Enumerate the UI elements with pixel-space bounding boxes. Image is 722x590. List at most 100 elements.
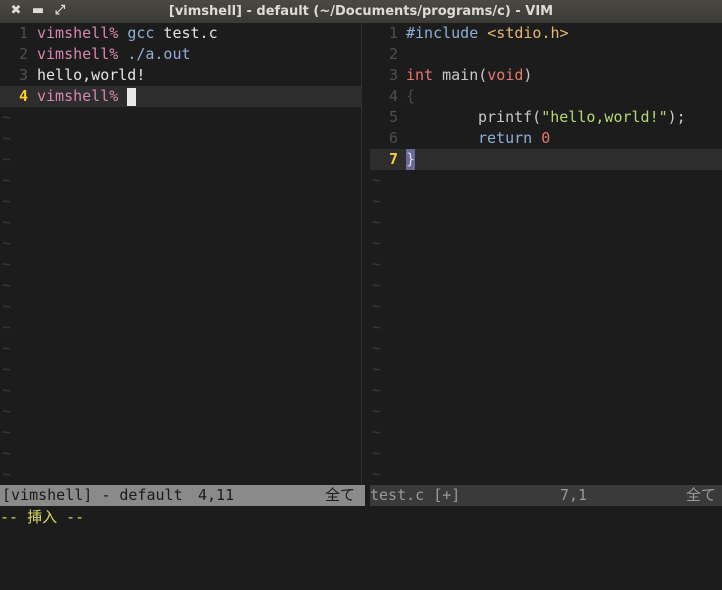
number-literal: 0 <box>541 129 551 147</box>
tilde-marker: ~ <box>372 213 382 231</box>
close-brace-cursor: } <box>406 149 416 170</box>
function-name: main( <box>433 66 488 84</box>
tilde-marker: ~ <box>372 402 382 420</box>
statement-end: ); <box>667 108 686 126</box>
tilde-marker: ~ <box>2 129 12 147</box>
maximize-icon[interactable]: ⤢ <box>52 3 68 19</box>
open-brace: { <box>406 87 416 105</box>
close-icon[interactable]: ✖ <box>8 3 24 19</box>
tilde-marker: ~ <box>372 444 382 462</box>
editor-pane[interactable]: 1 #include <stdio.h> 2 3 int main(void) … <box>370 23 722 485</box>
empty-line: ~ <box>0 212 361 233</box>
empty-line: ~ <box>370 380 722 401</box>
empty-line: ~ <box>370 422 722 443</box>
shell-output: hello,world! <box>37 66 146 84</box>
code-line-4: 4 { <box>370 86 722 107</box>
empty-line: ~ <box>370 170 722 191</box>
code-line-1: 1 #include <stdio.h> <box>370 23 722 44</box>
current-line-number: 4 <box>18 87 28 105</box>
cursor-position: 7,1 <box>560 486 588 504</box>
empty-line: ~ <box>0 275 361 296</box>
empty-line: ~ <box>0 107 361 128</box>
tilde-marker: ~ <box>2 444 12 462</box>
tilde-marker: ~ <box>2 381 12 399</box>
tilde-marker: ~ <box>372 234 382 252</box>
window-controls: ✖ ▬ ⤢ <box>8 3 68 19</box>
line-number: 6 <box>388 129 398 147</box>
shell-line-1: 1 vimshell% gcc test.c <box>0 23 361 44</box>
empty-line: ~ <box>370 233 722 254</box>
empty-line: ~ <box>370 254 722 275</box>
title-bar: ✖ ▬ ⤢ [vimshell] - default (~/Documents/… <box>0 0 722 23</box>
empty-line: ~ <box>0 191 361 212</box>
tilde-marker: ~ <box>372 297 382 315</box>
tilde-marker: ~ <box>2 255 12 273</box>
tilde-marker: ~ <box>2 192 12 210</box>
code-line-5: 5 printf("hello,world!"); <box>370 107 722 128</box>
vimshell-pane[interactable]: 1 vimshell% gcc test.c 2 vimshell% ./a.o… <box>0 23 361 485</box>
tilde-marker: ~ <box>2 318 12 336</box>
tilde-marker: ~ <box>2 234 12 252</box>
line-number: 5 <box>388 108 398 126</box>
mode-indicator: -- 挿入 -- <box>0 506 722 528</box>
tilde-marker: ~ <box>2 402 12 420</box>
tilde-marker: ~ <box>372 465 382 483</box>
tilde-marker: ~ <box>372 360 382 378</box>
empty-line: ~ <box>0 401 361 422</box>
function-call: printf( <box>478 108 542 126</box>
current-line-number: 7 <box>388 150 398 168</box>
tilde-marker: ~ <box>372 381 382 399</box>
empty-line: ~ <box>370 296 722 317</box>
tilde-marker: ~ <box>372 318 382 336</box>
shell-command: gcc <box>127 24 155 42</box>
shell-args: test.c <box>154 24 218 42</box>
window-title: [vimshell] - default (~/Documents/progra… <box>168 4 554 19</box>
empty-line: ~ <box>0 128 361 149</box>
empty-line: ~ <box>370 338 722 359</box>
tilde-marker: ~ <box>2 213 12 231</box>
return-keyword: return <box>478 129 533 147</box>
code-line-3: 3 int main(void) <box>370 65 722 86</box>
shell-prompt: vimshell% <box>37 87 119 105</box>
tilde-marker: ~ <box>2 150 12 168</box>
shell-command: ./a.out <box>127 45 191 63</box>
tilde-marker: ~ <box>2 171 12 189</box>
type-keyword: int <box>406 66 434 84</box>
tilde-marker: ~ <box>372 423 382 441</box>
empty-line: ~ <box>370 443 722 464</box>
shell-prompt: vimshell% <box>37 24 119 42</box>
status-line-active: [vimshell] - default 4,11 全て <box>0 485 365 506</box>
empty-line: ~ <box>0 338 361 359</box>
tilde-marker: ~ <box>2 339 12 357</box>
line-number: 3 <box>18 66 28 84</box>
line-number: 4 <box>388 87 398 105</box>
shell-line-3: 3 hello,world! <box>0 65 361 86</box>
empty-line: ~ <box>370 191 722 212</box>
buffer-name: test.c [+] <box>370 486 461 504</box>
tilde-marker: ~ <box>372 171 382 189</box>
string-literal: "hello,world!" <box>541 108 668 126</box>
empty-line: ~ <box>0 359 361 380</box>
include-file: <stdio.h> <box>487 24 569 42</box>
tilde-marker: ~ <box>372 192 382 210</box>
tilde-marker: ~ <box>2 465 12 483</box>
empty-line: ~ <box>0 422 361 443</box>
empty-line: ~ <box>0 296 361 317</box>
empty-line: ~ <box>0 254 361 275</box>
cursor-position: 4,11 <box>198 486 235 504</box>
empty-line: ~ <box>370 359 722 380</box>
text-cursor <box>127 87 137 106</box>
minimize-icon[interactable]: ▬ <box>30 3 46 19</box>
preproc-directive: #include <box>406 24 479 42</box>
empty-line: ~ <box>0 233 361 254</box>
scroll-indicator: 全て <box>325 486 356 504</box>
line-number: 1 <box>18 24 28 42</box>
empty-line: ~ <box>0 317 361 338</box>
shell-line-2: 2 vimshell% ./a.out <box>0 44 361 65</box>
shell-prompt: vimshell% <box>37 45 119 63</box>
shell-line-4[interactable]: 4 vimshell% <box>0 86 361 107</box>
empty-line: ~ <box>370 212 722 233</box>
line-number: 2 <box>18 45 28 63</box>
param-type: void <box>487 66 524 84</box>
code-line-7[interactable]: 7 } <box>370 149 722 170</box>
